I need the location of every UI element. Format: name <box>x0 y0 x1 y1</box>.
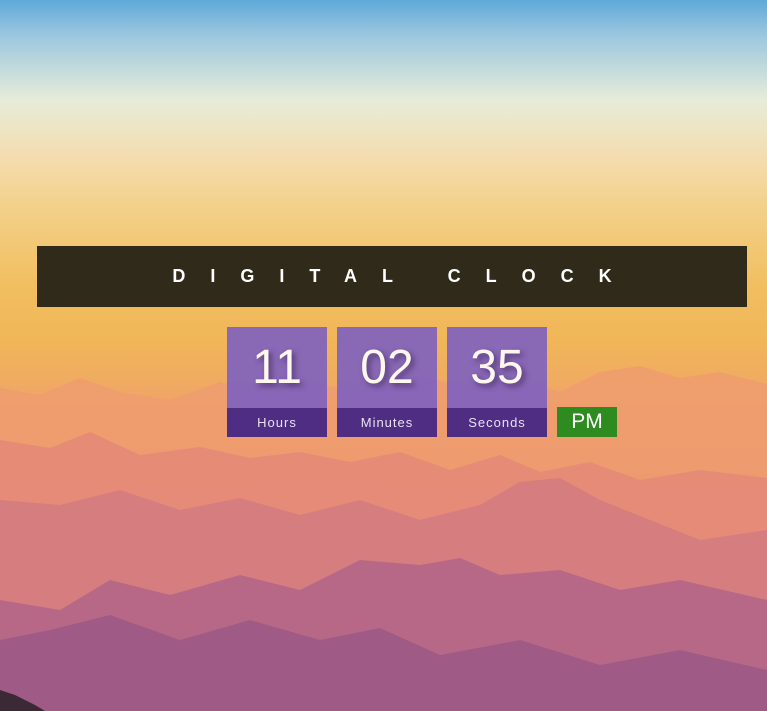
period-badge: PM <box>557 407 617 437</box>
hours-value: 11 <box>227 327 327 408</box>
title-bar: DIGITAL CLOCK <box>37 246 747 307</box>
page-title: DIGITAL CLOCK <box>172 266 637 286</box>
hours-unit: 11 Hours <box>227 327 327 437</box>
seconds-value: 35 <box>447 327 547 408</box>
minutes-value: 02 <box>337 327 437 408</box>
seconds-unit: 35 Seconds <box>447 327 547 437</box>
hours-label: Hours <box>227 408 327 437</box>
minutes-unit: 02 Minutes <box>337 327 437 437</box>
seconds-label: Seconds <box>447 408 547 437</box>
minutes-label: Minutes <box>337 408 437 437</box>
